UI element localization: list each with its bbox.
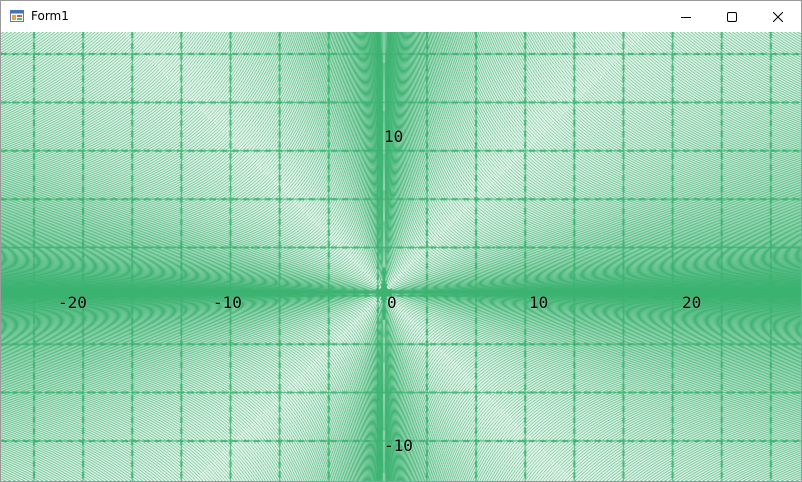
window-title: Form1 xyxy=(31,9,69,23)
title-bar[interactable]: Form1 xyxy=(1,1,801,32)
minimize-icon xyxy=(681,16,691,18)
minimize-button[interactable] xyxy=(663,1,709,32)
app-window: Form1 -20 -10 0 10 20 10 -10 xyxy=(0,0,802,482)
maximize-icon xyxy=(727,11,737,22)
close-icon xyxy=(773,11,783,22)
plot-area: -20 -10 0 10 20 10 -10 xyxy=(1,32,801,481)
winforms-app-icon xyxy=(10,10,24,22)
close-button[interactable] xyxy=(755,1,801,32)
maximize-button[interactable] xyxy=(709,1,755,32)
function-plot-canvas xyxy=(1,32,801,481)
